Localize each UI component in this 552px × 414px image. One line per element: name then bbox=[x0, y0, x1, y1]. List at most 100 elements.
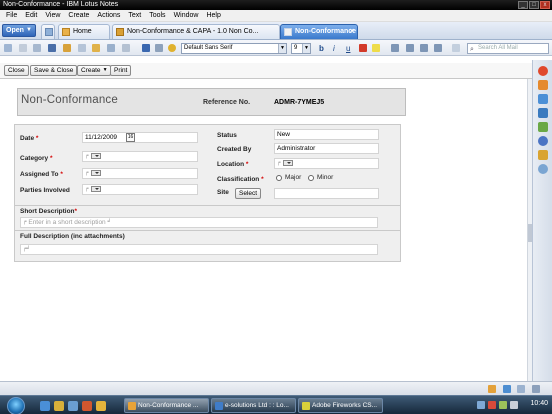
search-icon: ⌕ bbox=[470, 46, 474, 53]
key-icon[interactable] bbox=[488, 385, 496, 393]
highlight-icon[interactable] bbox=[372, 44, 380, 52]
short-description-field[interactable]: ╒ Enter in a short description ╛ bbox=[20, 217, 378, 228]
attach-icon[interactable] bbox=[107, 44, 115, 52]
feeds-icon[interactable] bbox=[538, 80, 548, 90]
location-field[interactable]: ╒ bbox=[274, 158, 379, 169]
antivirus-icon[interactable] bbox=[488, 401, 496, 409]
browser-icon bbox=[215, 402, 223, 410]
maximize-button[interactable]: □ bbox=[529, 1, 539, 9]
menu-tools[interactable]: Tools bbox=[145, 10, 169, 22]
italic-button[interactable]: i bbox=[333, 43, 335, 54]
save-icon[interactable] bbox=[142, 44, 150, 52]
calendar-sidebar-icon[interactable] bbox=[538, 94, 548, 104]
tab-nonconformance-capa[interactable]: Non-Conformance & CAPA - 1.0 Non Co... bbox=[112, 24, 280, 39]
taskbar-item-fireworks[interactable]: Adobe Fireworks CS... bbox=[298, 398, 383, 413]
dropdown-helper-icon[interactable] bbox=[90, 153, 101, 160]
font-name-select[interactable]: Default Sans Serif ▼ bbox=[181, 43, 287, 54]
outdent-icon[interactable] bbox=[420, 44, 428, 52]
create-button[interactable]: Create ▼ bbox=[77, 65, 111, 76]
activities-icon[interactable] bbox=[538, 108, 548, 118]
date-field[interactable]: 11/12/2009 bbox=[82, 132, 198, 143]
menu-view[interactable]: View bbox=[41, 10, 64, 22]
field-caret: ╒ bbox=[85, 186, 89, 192]
copy-icon[interactable] bbox=[78, 44, 86, 52]
briefcase-icon[interactable] bbox=[538, 150, 548, 160]
search-input[interactable]: ⌕ Search All Mail bbox=[467, 43, 549, 54]
online-status-icon[interactable] bbox=[503, 385, 511, 393]
field-caret: ╒ bbox=[23, 219, 27, 225]
dropdown-helper-icon[interactable] bbox=[90, 186, 101, 193]
major-radio[interactable] bbox=[276, 175, 282, 181]
sametime-icon[interactable] bbox=[538, 66, 548, 76]
taskbar-item-nonconformance[interactable]: Non-Conformance ... bbox=[124, 398, 209, 413]
close-window-button[interactable]: x bbox=[540, 1, 550, 9]
table-icon[interactable] bbox=[122, 44, 130, 52]
desktop-icon[interactable] bbox=[68, 401, 78, 411]
menu-text[interactable]: Text bbox=[124, 10, 145, 22]
parties-involved-field[interactable]: ╒ bbox=[82, 184, 198, 195]
underline-button[interactable]: u bbox=[346, 43, 350, 54]
volume-icon[interactable] bbox=[510, 401, 518, 409]
taskbar-item-esolutions[interactable]: e-solutions Ltd : : Lo... bbox=[211, 398, 296, 413]
new-memo-icon[interactable] bbox=[4, 44, 12, 52]
save-close-button[interactable]: Save & Close bbox=[30, 65, 78, 76]
menu-edit[interactable]: Edit bbox=[21, 10, 41, 22]
bullets-icon[interactable] bbox=[391, 44, 399, 52]
shield-icon[interactable] bbox=[48, 44, 56, 52]
status-label: Status bbox=[217, 132, 237, 139]
print-icon[interactable] bbox=[155, 44, 163, 52]
day-at-a-glance-icon[interactable] bbox=[538, 122, 548, 132]
info-icon[interactable] bbox=[538, 136, 548, 146]
text-color-icon[interactable] bbox=[359, 44, 367, 52]
open-button[interactable]: Open ▼ bbox=[2, 24, 36, 37]
created-by-value: Administrator bbox=[277, 145, 316, 152]
smiley-icon[interactable] bbox=[168, 44, 176, 52]
location-status-icon[interactable] bbox=[532, 385, 540, 393]
inbox-status-icon[interactable] bbox=[517, 385, 525, 393]
full-description-label: Full Description (inc attachments) bbox=[20, 233, 125, 240]
tab-nonconformance[interactable]: Non-Conformance × bbox=[280, 24, 358, 39]
notes-icon[interactable] bbox=[96, 401, 106, 411]
menu-file[interactable]: File bbox=[2, 10, 21, 22]
dropdown-helper-icon[interactable] bbox=[90, 170, 101, 177]
edit-icon[interactable] bbox=[19, 44, 27, 52]
home-icon bbox=[62, 28, 70, 36]
calendar-icon[interactable]: 16 bbox=[126, 133, 135, 142]
menu-create[interactable]: Create bbox=[64, 10, 93, 22]
category-field[interactable]: ╒ bbox=[82, 151, 198, 162]
cut-icon[interactable] bbox=[63, 44, 71, 52]
bold-button[interactable]: b bbox=[319, 43, 324, 54]
chevron-down-icon: ▼ bbox=[302, 44, 310, 53]
menu-bar: File Edit View Create Actions Text Tools… bbox=[0, 10, 552, 22]
toolbar: Default Sans Serif ▼ 9 ▼ b i u ⌕ Search … bbox=[0, 40, 552, 56]
minor-radio[interactable] bbox=[308, 175, 314, 181]
close-tab-icon[interactable]: × bbox=[350, 25, 354, 39]
network-icon[interactable] bbox=[477, 401, 485, 409]
close-button[interactable]: Close bbox=[4, 65, 29, 76]
tab-home[interactable]: Home bbox=[58, 24, 110, 39]
paste-icon[interactable] bbox=[92, 44, 100, 52]
print-button[interactable]: Print bbox=[110, 65, 132, 76]
security-icon[interactable] bbox=[499, 401, 507, 409]
reply-icon[interactable] bbox=[33, 44, 41, 52]
dropdown-helper-icon[interactable] bbox=[282, 160, 293, 167]
media-icon[interactable] bbox=[82, 401, 92, 411]
menu-window[interactable]: Window bbox=[170, 10, 203, 22]
ie-icon[interactable] bbox=[40, 401, 50, 411]
tab-workspace[interactable] bbox=[41, 24, 55, 39]
search-scope-icon[interactable] bbox=[452, 44, 460, 52]
font-size-select[interactable]: 9 ▼ bbox=[291, 43, 311, 54]
site-select-button[interactable]: Select bbox=[235, 188, 262, 199]
indent-icon[interactable] bbox=[434, 44, 442, 52]
menu-actions[interactable]: Actions bbox=[93, 10, 124, 22]
minimize-button[interactable]: _ bbox=[518, 1, 528, 9]
numbering-icon[interactable] bbox=[406, 44, 414, 52]
menu-help[interactable]: Help bbox=[202, 10, 224, 22]
action-bar: Close Save & Close Create ▼ Print bbox=[0, 63, 532, 79]
assigned-to-field[interactable]: ╒ bbox=[82, 168, 198, 179]
start-button[interactable] bbox=[7, 397, 25, 414]
sync-icon[interactable] bbox=[538, 164, 548, 174]
full-description-field[interactable]: ╒╛ bbox=[20, 244, 378, 255]
window-title: Non-Conformance - IBM Lotus Notes bbox=[3, 1, 119, 8]
explorer-icon[interactable] bbox=[54, 401, 64, 411]
